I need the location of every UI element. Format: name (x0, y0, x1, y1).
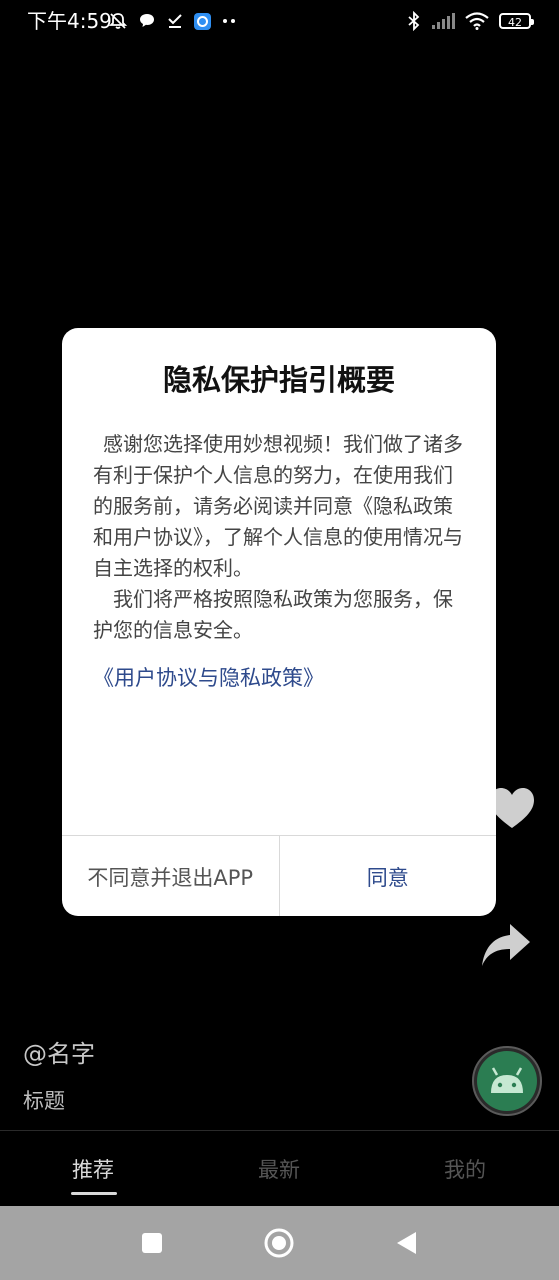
recent-apps-button[interactable] (139, 1230, 165, 1256)
download-check-icon (166, 12, 184, 30)
decline-button[interactable]: 不同意并退出APP (62, 836, 280, 916)
system-status-icons: 42 (407, 9, 534, 33)
dialog-body: 感谢您选择使用妙想视频！我们做了诸多有利于保护个人信息的努力，在使用我们的服务前… (93, 429, 471, 646)
dialog-paragraph: 我们将严格按照隐私政策为您服务，保护您的信息安全。 (93, 587, 453, 642)
bottom-nav: 推荐 最新 我的 (0, 1130, 559, 1206)
battery-icon: 42 (499, 13, 534, 29)
author-name[interactable]: @名字 (23, 1036, 95, 1072)
status-time: 下午4:59 (27, 9, 112, 33)
dialog-actions: 不同意并退出APP 同意 (62, 835, 496, 916)
home-button[interactable] (263, 1227, 295, 1259)
chat-bubble-icon (138, 12, 156, 30)
privacy-dialog: 隐私保护指引概要 感谢您选择使用妙想视频！我们做了诸多有利于保护个人信息的努力，… (62, 328, 496, 916)
back-button[interactable] (393, 1230, 419, 1256)
bluetooth-icon (407, 11, 421, 31)
tab-latest[interactable]: 最新 (219, 1155, 339, 1185)
active-tab-indicator (71, 1192, 117, 1195)
share-icon[interactable] (480, 922, 532, 968)
more-dots-icon (221, 18, 237, 24)
policy-link[interactable]: 《用户协议与隐私政策》 (93, 662, 324, 694)
android-avatar-button[interactable] (472, 1046, 542, 1116)
signal-icon (431, 13, 455, 29)
app-badge-icon (194, 12, 211, 30)
android-icon (477, 1051, 537, 1111)
agree-button[interactable]: 同意 (280, 836, 497, 916)
system-nav-bar (0, 1206, 559, 1280)
notification-icons (108, 9, 237, 33)
mute-icon (108, 11, 128, 31)
tab-recommend[interactable]: 推荐 (33, 1155, 153, 1185)
dialog-title: 隐私保护指引概要 (162, 363, 395, 397)
status-bar: 下午4:59 42 (0, 0, 559, 42)
tab-mine[interactable]: 我的 (405, 1155, 525, 1185)
video-title: 标题 (23, 1089, 65, 1113)
wifi-icon (465, 12, 489, 30)
dialog-paragraph: 感谢您选择使用妙想视频！我们做了诸多有利于保护个人信息的努力，在使用我们的服务前… (93, 432, 463, 580)
